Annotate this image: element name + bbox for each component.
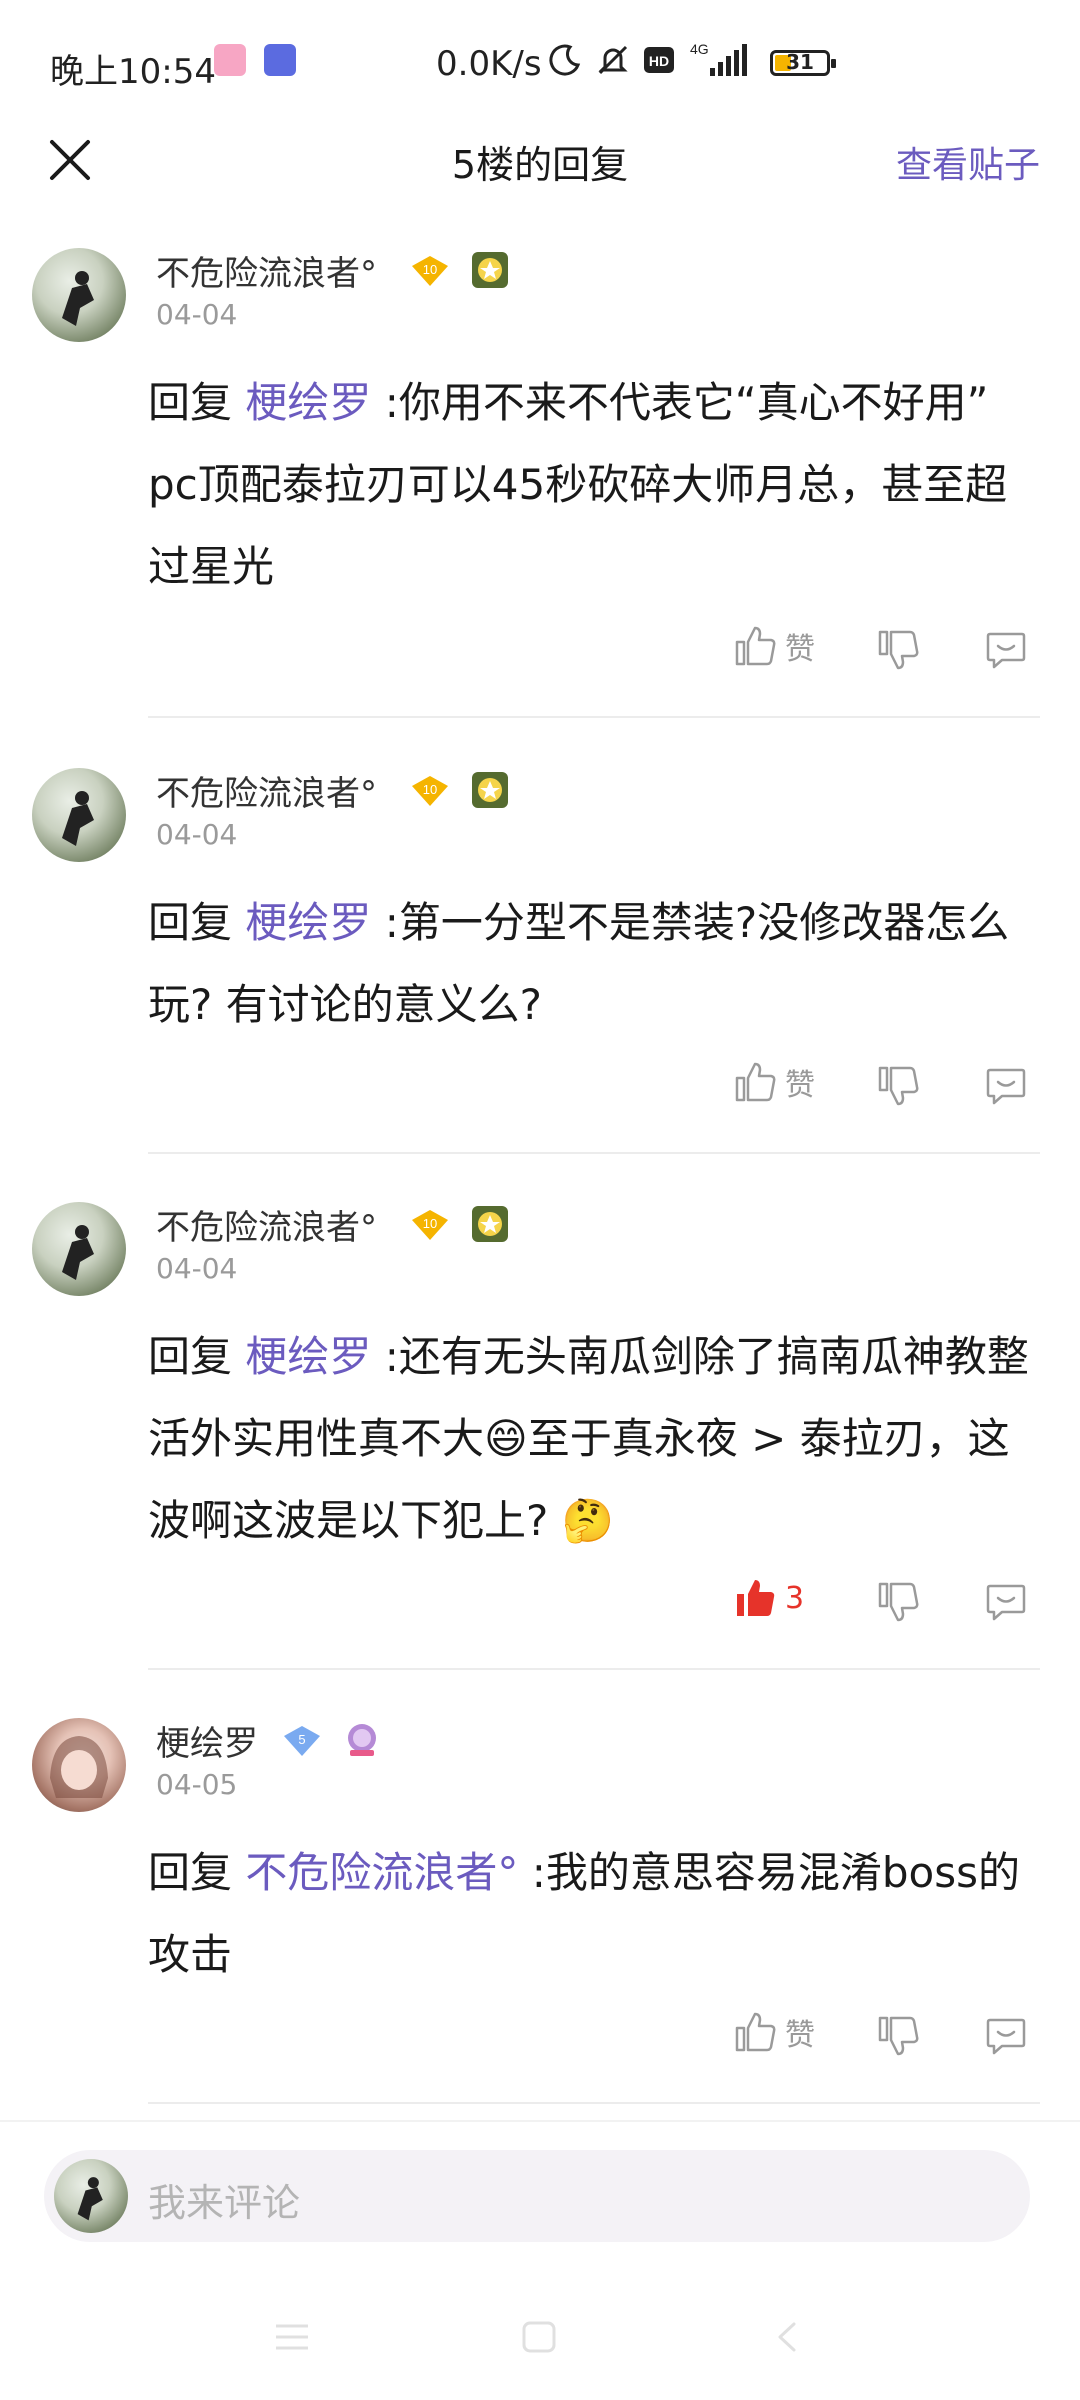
comment-icon	[986, 1068, 1026, 1105]
reply-button[interactable]	[984, 1064, 1028, 1112]
medal-icon	[472, 252, 508, 288]
avatar[interactable]	[32, 248, 126, 342]
reply-content: 回复 梗绘罗 :第一分型不是禁装?没修改器怎么玩? 有讨论的意义么?	[148, 898, 1010, 1029]
divider	[148, 716, 1040, 718]
comment-icon	[986, 632, 1026, 669]
like-label: 赞	[785, 1068, 815, 1103]
level-badge-icon: 10	[412, 776, 448, 806]
medal-icon	[472, 772, 508, 808]
like-button[interactable]: 赞	[733, 1060, 815, 1104]
system-nav-bar	[0, 2280, 1080, 2400]
signal-icon: 4G	[690, 41, 747, 76]
battery-icon: 31	[770, 50, 836, 76]
back-nav-button[interactable]	[770, 2320, 804, 2358]
hd-icon: HD	[644, 47, 674, 73]
medal-icon	[472, 1206, 508, 1242]
avatar-image	[77, 2177, 103, 2221]
thumbs-up-icon	[735, 2012, 776, 2052]
username[interactable]: 不危险流浪者°	[156, 246, 377, 295]
svg-text:HD: HD	[649, 53, 669, 69]
reply-button[interactable]	[984, 1580, 1028, 1628]
home-nav-button[interactable]	[520, 2320, 558, 2358]
username[interactable]: 不危险流浪者°	[156, 766, 377, 815]
status-bar: 晚上10:54 0.0K/s HD 4G 31	[0, 0, 1080, 120]
svg-text:5: 5	[298, 1732, 305, 1747]
moon-icon	[549, 44, 581, 76]
avatar-image	[50, 1736, 108, 1798]
reply-button[interactable]	[984, 2014, 1028, 2062]
mention-link[interactable]: 梗绘罗	[245, 898, 371, 947]
comment-input[interactable]: 我来评论	[44, 2150, 1030, 2242]
comment-icon	[986, 2018, 1026, 2055]
divider	[148, 1668, 1040, 1670]
level-badge-icon: 10	[412, 1210, 448, 1240]
battery-text: 31	[786, 50, 814, 74]
avatar[interactable]	[32, 1718, 126, 1812]
status-time: 晚上10:54	[50, 52, 216, 92]
network-type: 4G	[690, 41, 709, 57]
thumbs-down-icon	[878, 630, 919, 670]
like-button[interactable]: 赞	[733, 624, 815, 668]
divider	[148, 1152, 1040, 1154]
username[interactable]: 不危险流浪者°	[156, 1200, 377, 1249]
home-icon	[522, 2321, 556, 2353]
mention-link[interactable]: 梗绘罗	[245, 1332, 371, 1381]
svg-text:10: 10	[423, 782, 437, 797]
avatar-image	[62, 791, 94, 846]
reply-date: 04-04	[156, 1252, 238, 1285]
dislike-button[interactable]	[876, 1580, 920, 1628]
like-label: 赞	[785, 2018, 815, 2053]
dislike-button[interactable]	[876, 1064, 920, 1112]
reply-content: 回复 梗绘罗 :还有无头南瓜剑除了搞南瓜神教整活外实用性真不大😄至于真永夜 > …	[148, 1332, 1029, 1545]
mention-link[interactable]: 不危险流浪者°	[245, 1848, 518, 1897]
avatar[interactable]	[32, 768, 126, 862]
reply-button[interactable]	[984, 628, 1028, 676]
svg-text:10: 10	[423, 262, 437, 277]
view-post-link[interactable]: 查看贴子	[896, 136, 1040, 188]
network-speed: 0.0K/s	[436, 44, 542, 84]
dislike-button[interactable]	[876, 2014, 920, 2062]
tieba-notification-icon	[264, 44, 296, 76]
level-badge-icon: 10	[412, 256, 448, 286]
thumbs-down-icon	[878, 1582, 919, 1622]
comment-bar: 我来评论	[0, 2120, 1080, 2260]
avatar-image	[62, 1225, 94, 1280]
level-badge-icon: 5	[284, 1726, 320, 1756]
svg-text:10: 10	[423, 1216, 437, 1231]
divider	[148, 2102, 1040, 2104]
app-notification-icon	[214, 44, 246, 76]
avatar[interactable]	[32, 1202, 126, 1296]
thumbs-up-icon	[735, 626, 776, 666]
like-label: 赞	[785, 632, 815, 667]
avatar-image	[62, 271, 94, 326]
medal-icon	[348, 1724, 376, 1756]
menu-icon	[276, 2324, 308, 2350]
header: 5楼的回复 查看贴子	[0, 120, 1080, 204]
thumbs-down-icon	[878, 1066, 919, 1106]
comment-icon	[986, 1584, 1026, 1621]
dislike-button[interactable]	[876, 628, 920, 676]
reply-date: 04-04	[156, 818, 238, 851]
like-count: 3	[785, 1580, 805, 1616]
thumbs-down-icon	[878, 2016, 919, 2056]
reply-content: 回复 不危险流浪者° :我的意思容易混淆boss的攻击	[148, 1848, 1021, 1979]
bell-muted-icon	[598, 45, 628, 75]
mention-link[interactable]: 梗绘罗	[245, 378, 371, 427]
username[interactable]: 梗绘罗	[156, 1716, 258, 1765]
thumbs-up-filled-icon	[737, 1580, 775, 1616]
reply-content: 回复 梗绘罗 :你用不来不代表它“真心不好用” pc顶配泰拉刃可以45秒砍碎大师…	[148, 378, 1008, 591]
comment-placeholder: 我来评论	[148, 2181, 301, 2225]
like-button[interactable]: 3	[733, 1576, 804, 1620]
reply-date: 04-05	[156, 1768, 238, 1801]
like-button[interactable]: 赞	[733, 2010, 815, 2054]
thumbs-up-icon	[735, 1062, 776, 1102]
reply-date: 04-04	[156, 298, 238, 331]
menu-nav-button[interactable]	[272, 2320, 312, 2358]
my-avatar	[54, 2159, 128, 2233]
back-icon	[778, 2322, 796, 2352]
